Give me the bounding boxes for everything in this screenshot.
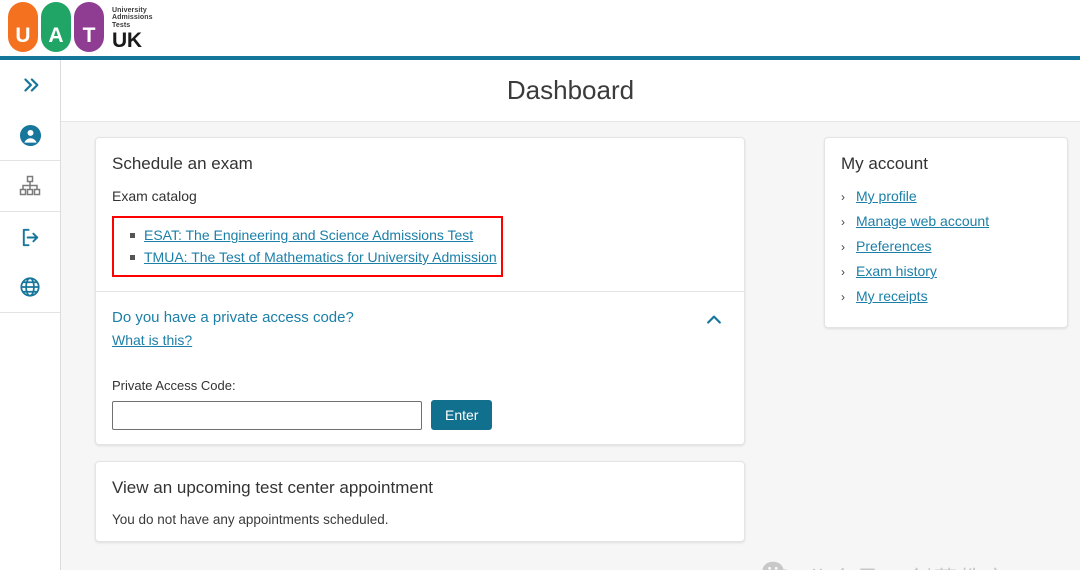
dashboard-body: Schedule an exam Exam catalog ESAT: The … [61,122,1080,570]
logo-pill-a-letter: A [48,24,64,47]
page-title: Dashboard [506,75,635,105]
private-access-collapse-toggle[interactable] [700,308,728,335]
list-item: › Manage web account [841,213,1051,231]
logo-wordmark: University Admissions Tests UK [112,7,153,53]
private-access-question[interactable]: Do you have a private access code? [112,308,354,328]
sidebar [0,60,61,570]
private-access-code-label: Private Access Code: [112,378,236,393]
chevron-right-icon: › [841,240,845,254]
account-link-exam-history[interactable]: Exam history [856,263,937,279]
sidebar-item-account[interactable] [0,110,60,160]
my-account-heading: My account [841,154,928,173]
appointment-heading: View an upcoming test center appointment [112,478,433,497]
list-item: ESAT: The Engineering and Science Admiss… [130,225,497,246]
schedule-exam-section: Schedule an exam Exam catalog ESAT: The … [96,138,744,291]
chevron-up-icon [704,315,724,333]
dashboard-page: U A T University Admissions Tests UK Das… [0,0,1080,570]
right-column: My account › My profile › Manage web acc… [824,137,1068,328]
my-account-section: My account › My profile › Manage web acc… [825,138,1067,327]
wechat-watermark: 公众号 · 剑藤教育 [761,560,1009,570]
sidebar-item-organization[interactable] [0,161,60,211]
globe-icon [19,276,41,298]
exam-catalog-list: ESAT: The Engineering and Science Admiss… [114,225,497,268]
schedule-exam-card: Schedule an exam Exam catalog ESAT: The … [95,137,745,445]
account-link-manage-web-account[interactable]: Manage web account [856,213,989,229]
sidebar-item-expand[interactable] [0,60,60,110]
main-content: Dashboard Schedule an exam Exam catalog … [61,60,1080,570]
watermark-text: 公众号 · 剑藤教育 [806,560,1009,570]
enter-button[interactable]: Enter [431,400,493,430]
list-item: › Preferences [841,238,1051,256]
private-access-text-block: Do you have a private access code? What … [112,308,354,350]
sidebar-group-session [0,212,60,313]
account-link-my-profile[interactable]: My profile [856,188,917,204]
chevron-right-icon: › [841,265,845,279]
account-link-preferences[interactable]: Preferences [856,238,931,254]
sidebar-group-primary [0,60,60,161]
chevron-double-right-icon [19,74,41,96]
appointment-section: View an upcoming test center appointment… [96,462,744,541]
logo-pill-u: U [8,2,38,52]
chevron-right-icon: › [841,290,845,304]
list-item: › My receipts [841,288,1051,306]
sidebar-item-language[interactable] [0,262,60,312]
private-access-input-row: Enter [112,400,728,430]
exam-catalog-highlight: ESAT: The Engineering and Science Admiss… [112,216,503,277]
left-column: Schedule an exam Exam catalog ESAT: The … [95,137,745,542]
logo-line-1: University [112,6,147,14]
logo-uk-text: UK [112,29,142,52]
sign-out-icon [19,226,42,249]
logo-pill-t: T [74,2,104,52]
appointment-card: View an upcoming test center appointment… [95,461,745,542]
account-link-my-receipts[interactable]: My receipts [856,288,928,304]
exam-link-esat[interactable]: ESAT: The Engineering and Science Admiss… [144,227,473,243]
my-account-links: › My profile › Manage web account › Pref… [841,188,1051,306]
appointment-empty-text: You do not have any appointments schedul… [112,512,389,527]
logo-line-3: Tests [112,21,131,29]
account-circle-icon [19,124,42,147]
what-is-this-link[interactable]: What is this? [112,332,192,348]
chevron-right-icon: › [841,215,845,229]
logo-pill-u-letter: U [15,24,31,47]
org-chart-icon [18,174,42,198]
private-access-header: Do you have a private access code? What … [112,308,728,350]
my-account-card: My account › My profile › Manage web acc… [824,137,1068,328]
site-header: U A T University Admissions Tests UK [0,0,1080,56]
list-item: › Exam history [841,263,1051,281]
page-title-bar: Dashboard [61,60,1080,122]
exam-catalog-label: Exam catalog [112,188,197,204]
uat-uk-logo[interactable]: U A T University Admissions Tests UK [8,2,153,52]
logo-pill-a: A [41,2,71,52]
wechat-icon [761,560,795,570]
schedule-exam-heading: Schedule an exam [112,154,253,173]
sidebar-group-org [0,161,60,212]
logo-pill-t-letter: T [82,24,96,47]
list-item: › My profile [841,188,1051,206]
list-item: TMUA: The Test of Mathematics for Univer… [130,247,497,268]
logo-line-2: Admissions [112,14,153,21]
exam-link-tmua[interactable]: TMUA: The Test of Mathematics for Univer… [144,249,497,265]
private-access-section: Do you have a private access code? What … [96,291,744,444]
sidebar-item-sign-out[interactable] [0,212,60,262]
private-access-code-input[interactable] [112,400,422,430]
chevron-right-icon: › [841,190,845,204]
